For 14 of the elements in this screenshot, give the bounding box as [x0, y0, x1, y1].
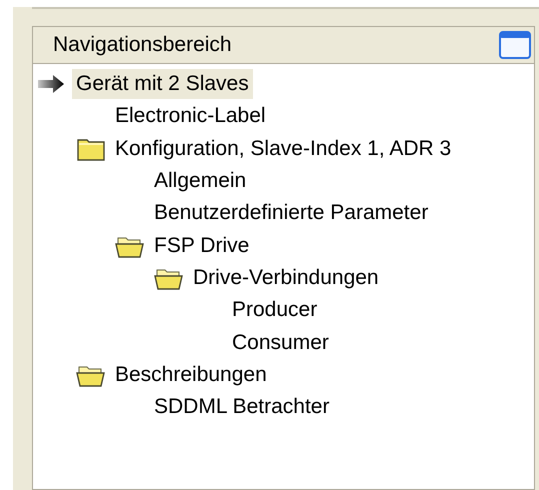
tree-item[interactable]: Benutzerdefinierte Parameter — [150, 198, 432, 228]
arrow-icon — [37, 74, 65, 94]
tree-item[interactable]: Gerät mit 2 Slaves — [72, 69, 253, 100]
panel-title: Navigationsbereich — [53, 32, 232, 58]
tree-item[interactable]: Consumer — [228, 328, 333, 358]
tree-item[interactable]: Producer — [228, 295, 322, 326]
tree-item[interactable]: Beschreibungen — [111, 360, 271, 390]
tree-item[interactable]: Electronic-Label — [111, 101, 270, 132]
tree-item[interactable]: SDDML Betrachter — [150, 392, 334, 422]
tree-item[interactable]: FSP Drive — [150, 230, 254, 261]
tree-item[interactable]: Drive-Verbindungen — [189, 262, 383, 293]
window-icon — [499, 31, 531, 59]
tree-item[interactable]: Konfiguration, Slave-Index 1, ADR 3 — [111, 134, 456, 164]
tree-item[interactable]: Allgemein — [150, 166, 250, 196]
